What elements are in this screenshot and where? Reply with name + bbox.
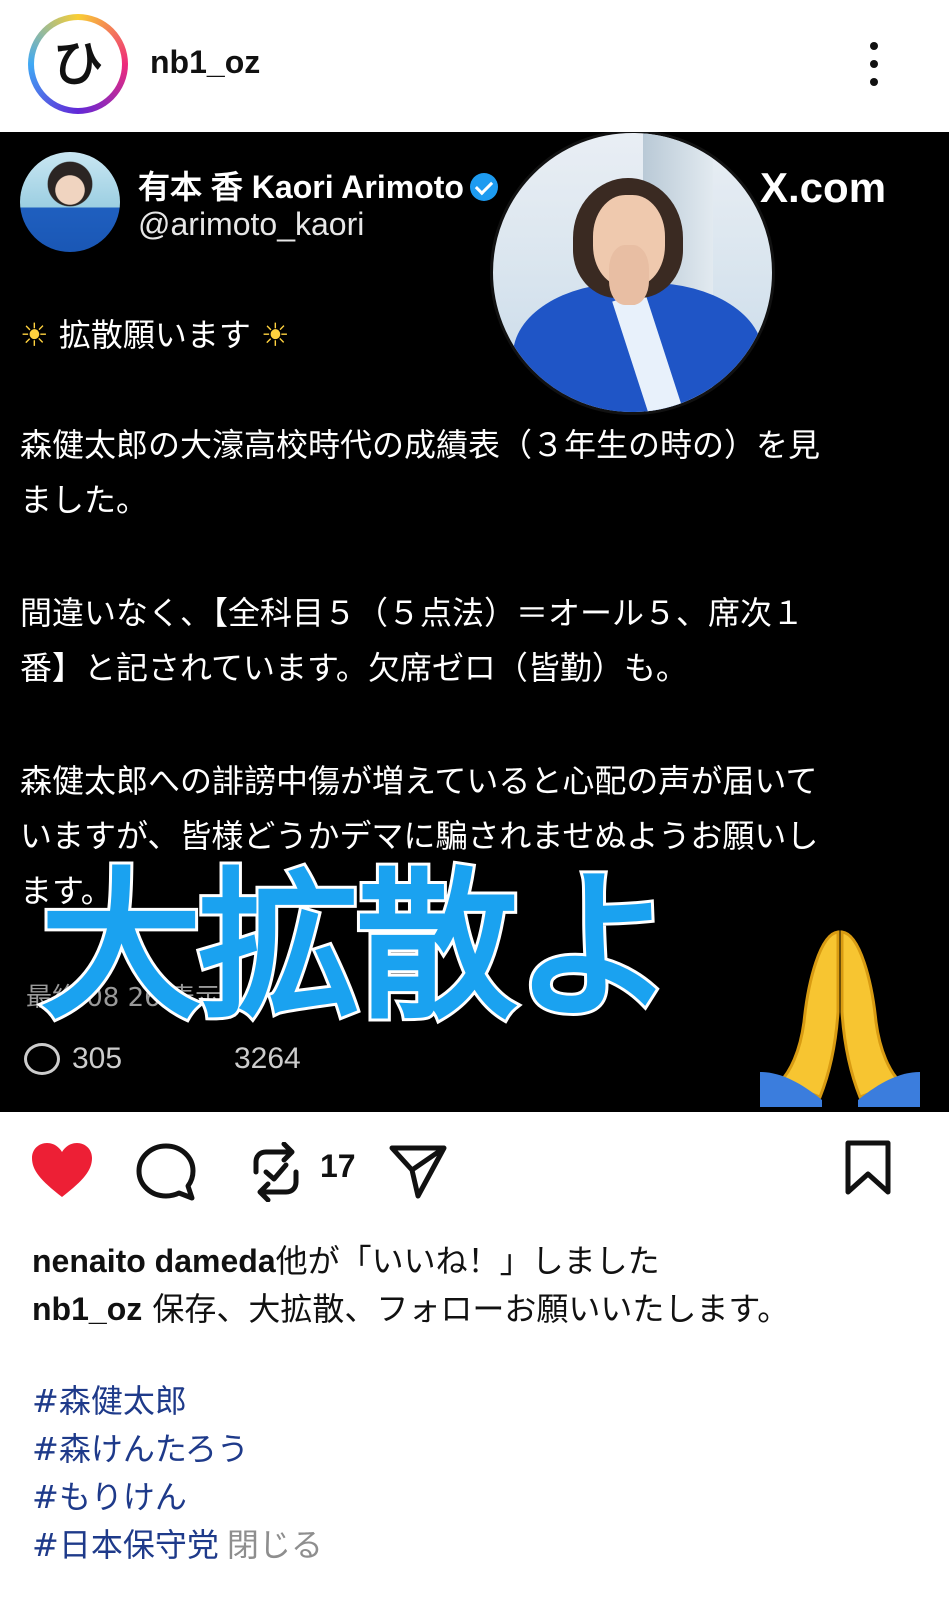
x-com-logo: X.com <box>760 164 887 211</box>
praying-hands-icon <box>760 930 920 1107</box>
tweet-text-line: 番】と記されています。欠席ゼロ（皆勤）も。 <box>20 649 688 687</box>
post-header: ひ nb1_oz <box>0 0 949 132</box>
sun-icon: ☀ <box>261 316 290 354</box>
hashtag-list: #森健太郎 #森けんたろう #もりけん #日本保守党 閉じる <box>32 1377 323 1569</box>
likes-suffix: 他が「いいね！」しました <box>275 1242 660 1280</box>
hashtag-link[interactable]: #もりけん <box>32 1473 323 1521</box>
repost-count: 17 <box>320 1148 356 1184</box>
close-caption-link[interactable]: 閉じる <box>227 1526 323 1564</box>
comment-icon[interactable] <box>135 1142 197 1202</box>
photo-hands <box>609 245 649 305</box>
circular-portrait-photo <box>490 132 775 415</box>
reply-count: 305 <box>72 1042 123 1075</box>
avatar-inner: ひ <box>34 20 122 108</box>
sun-icon: ☀ <box>20 316 49 354</box>
like-heart-icon[interactable] <box>30 1142 94 1200</box>
post-caption: nb1_oz 保存、大拡散、フォローお願いいたします。 <box>32 1284 789 1330</box>
liked-by-users[interactable]: nenaito dameda <box>32 1243 276 1279</box>
hashtag-link[interactable]: #森けんたろう <box>32 1425 323 1473</box>
reply-icon <box>24 1043 60 1075</box>
hashtag-row: #日本保守党 閉じる <box>32 1521 323 1569</box>
profile-avatar[interactable]: ひ <box>28 14 128 114</box>
repost-icon[interactable] <box>248 1142 304 1202</box>
likes-line[interactable]: nenaito dameda他が「いいね！」しました <box>32 1236 660 1282</box>
verified-badge-icon <box>469 173 498 201</box>
share-icon[interactable] <box>388 1142 448 1200</box>
tweet-retweet-stat: 3264 <box>234 1042 301 1076</box>
caption-username[interactable]: nb1_oz <box>32 1291 142 1327</box>
tweet-reply-stat: 305 <box>24 1042 122 1076</box>
retweet-count: 3264 <box>234 1042 301 1075</box>
username[interactable]: nb1_oz <box>150 44 260 81</box>
hashtag-link[interactable]: #日本保守党 <box>32 1526 219 1564</box>
tweet-author-handle: @arimoto_kaori <box>138 206 365 242</box>
tweet-text-line: ました。 <box>20 481 149 519</box>
tweet-author-avatar <box>20 152 120 252</box>
post-image[interactable]: 有本 香 Kaori Arimoto @arimoto_kaori X.com … <box>0 132 949 1112</box>
caption-text: 保存、大拡散、フォローお願いいたします。 <box>152 1290 790 1328</box>
tweet-author-name-text: 有本 香 Kaori Arimoto <box>138 169 464 205</box>
dot <box>870 60 878 68</box>
post-action-bar: 17 <box>0 1112 949 1232</box>
tweet-author-name: 有本 香 Kaori Arimoto <box>138 162 498 208</box>
avatar-glyph: ひ <box>53 35 103 93</box>
tweet-paragraph-1: 森健太郎の大濠高校時代の成績表（３年生の時の）を見 ました。 <box>20 418 920 528</box>
tweet-paragraph-2: 間違いなく、【全科目５（５点法）＝オール５、席次１ 番】と記されています。欠席ゼ… <box>20 586 920 696</box>
hashtag-link[interactable]: #森健太郎 <box>32 1377 323 1425</box>
save-bookmark-icon[interactable] <box>844 1140 892 1196</box>
dot <box>870 42 878 50</box>
dot <box>870 78 878 86</box>
tweet-text-line: 森健太郎の大濠高校時代の成績表（３年生の時の）を見 <box>20 426 821 464</box>
tweet-line-1: ☀ 拡散願います ☀ <box>20 308 920 363</box>
tweet-line-1-text: 拡散願います <box>58 316 251 354</box>
tweet-text-line: 森健太郎への誹謗中傷が増えていると心配の声が届いて <box>20 762 818 800</box>
overlay-caption: 大拡散よ <box>37 854 679 1042</box>
more-options-icon[interactable] <box>862 42 886 86</box>
tweet-text-line: 間違いなく、【全科目５（５点法）＝オール５、席次１ <box>20 594 805 632</box>
